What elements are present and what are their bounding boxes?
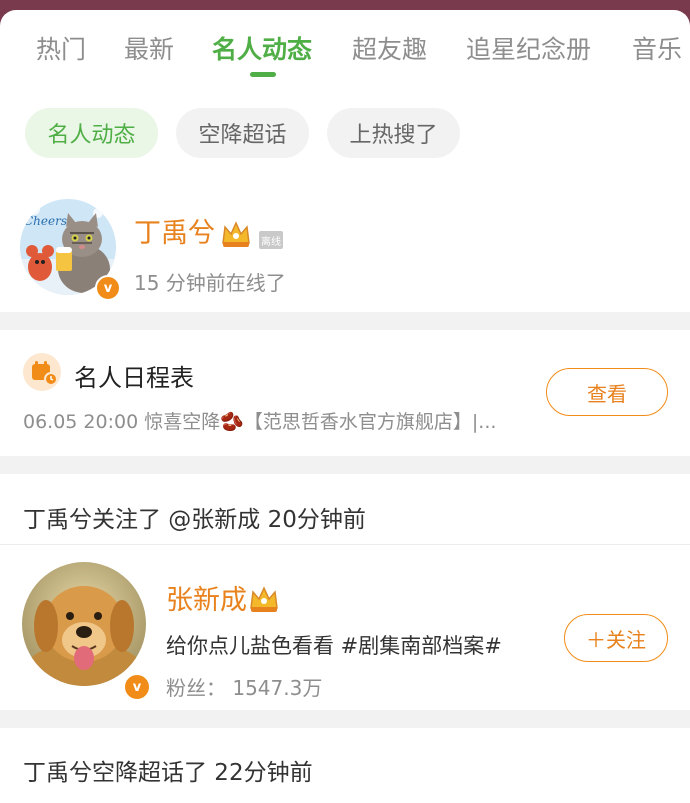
tab-star-album[interactable]: 追星纪念册 [466,30,591,66]
chip-celebrity-updates[interactable]: 名人动态 [25,108,158,158]
online-status: 15 分钟前在线了 [134,271,286,295]
follow-button[interactable]: ＋关注 [564,614,668,662]
followed-user-avatar[interactable] [22,562,146,686]
verified-v-icon: v [95,275,121,301]
tab-celebrity-updates[interactable]: 名人动态 [212,30,312,66]
supertopic-event-text: 丁禹兮空降超话了 22分钟前 [23,760,313,786]
crown-member-icon [222,221,250,247]
top-tab-bar: 热门 最新 名人动态 超友趣 追星纪念册 音乐 [0,10,690,94]
section-gap [0,312,690,330]
tab-latest[interactable]: 最新 [124,30,174,66]
follow-event-text: 丁禹兮关注了 @张新成 20分钟前 [23,507,366,533]
active-tab-indicator [250,72,276,77]
followed-user-bio: 给你点儿盐色看看 #剧集南部档案# [166,634,502,658]
chip-trending[interactable]: 上热搜了 [327,108,460,158]
profile-name[interactable]: 丁禹兮 [134,211,215,250]
verified-v-icon: v [123,673,151,701]
schedule-icon [23,353,61,391]
chip-supertopic-drop[interactable]: 空降超话 [176,108,309,158]
svg-text:Cheers: Cheers [24,214,67,228]
app-sheet: 热门 最新 名人动态 超友趣 追星纪念册 音乐 名人动态 空降超话 上热搜了 C… [0,10,690,803]
offline-tag: 离线 [259,231,283,249]
tab-music[interactable]: 音乐 [632,30,682,66]
tab-fan-fun[interactable]: 超友趣 [352,30,427,66]
followed-user-name[interactable]: 张新成 [166,578,247,617]
crown-member-icon [250,586,278,612]
section-gap [0,710,690,728]
tab-hot[interactable]: 热门 [36,30,86,66]
view-schedule-button[interactable]: 查看 [546,368,668,416]
golden-retriever-avatar [22,562,146,686]
schedule-title: 名人日程表 [74,364,194,392]
schedule-detail[interactable]: 06.05 20:00 惊喜空降🫘【范思哲香水官方旗舰店】|... [23,407,496,434]
divider [0,544,690,545]
section-gap [0,456,690,474]
followed-user-fans: 粉丝： 1547.3万 [166,676,323,700]
